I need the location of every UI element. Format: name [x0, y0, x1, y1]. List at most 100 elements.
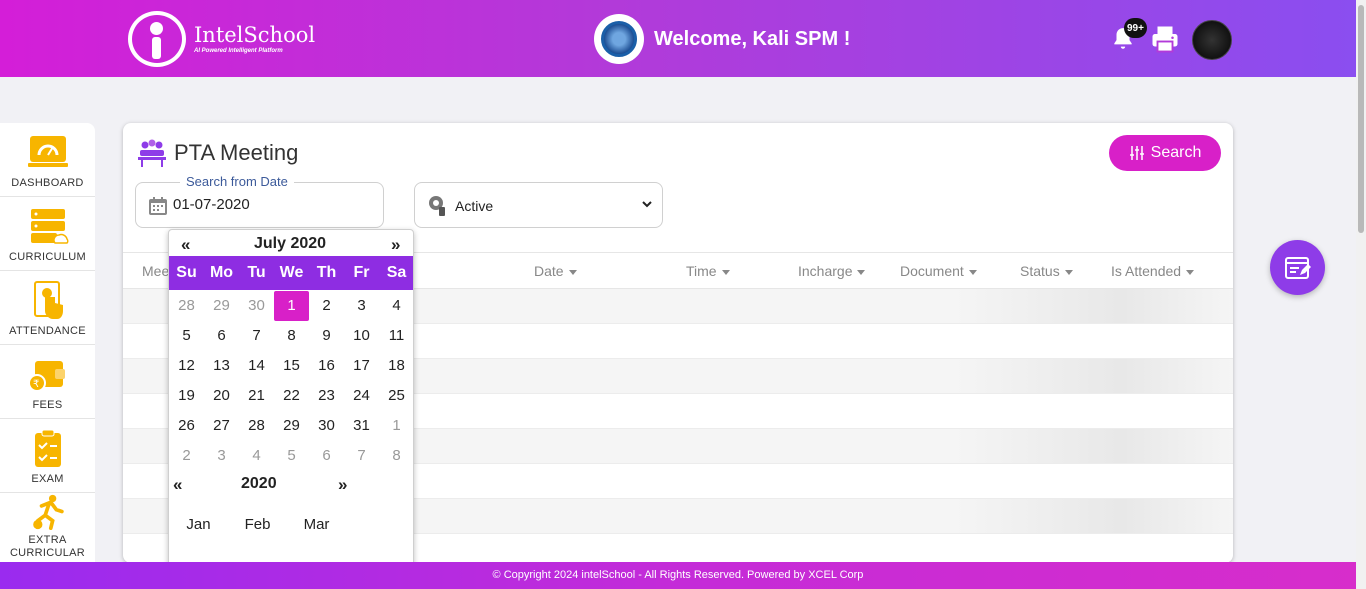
- running-icon: [32, 494, 64, 530]
- attendance-icon: [33, 281, 63, 319]
- sidebar-item-fees[interactable]: ₹ FEES: [0, 345, 95, 419]
- calendar-day[interactable]: 7: [344, 441, 379, 471]
- calendar-icon: [149, 197, 167, 215]
- brand-logo[interactable]: IntelSchool AI Powered Intelligent Platf…: [128, 11, 315, 67]
- date-field-label: Search from Date: [180, 174, 294, 189]
- calendar-day[interactable]: 14: [239, 351, 274, 381]
- filter-sliders-icon: [1129, 146, 1144, 160]
- calendar-day[interactable]: 4: [239, 441, 274, 471]
- sidebar-item-label: CURRICULUM: [9, 251, 86, 263]
- sidebar-item-dashboard[interactable]: DASHBOARD: [0, 123, 95, 197]
- calendar-day-selected[interactable]: 1: [274, 291, 309, 321]
- brand-logo-icon: [128, 11, 186, 67]
- calendar-day[interactable]: 5: [274, 441, 309, 471]
- calendar-day[interactable]: 3: [204, 441, 239, 471]
- calendar-day[interactable]: 18: [379, 351, 413, 381]
- calendar-day[interactable]: 8: [274, 321, 309, 351]
- clipboard-icon: [34, 429, 61, 467]
- footer: © Copyright 2024 intelSchool - All Right…: [0, 562, 1356, 589]
- weekday-label: Tu: [247, 264, 266, 281]
- printer-icon[interactable]: [1150, 24, 1180, 54]
- sidebar-item-curriculum[interactable]: CURRICULUM: [0, 197, 95, 271]
- wallet-icon: ₹: [27, 361, 65, 392]
- calendar-day[interactable]: 29: [274, 411, 309, 441]
- weekday-label: Sa: [386, 264, 407, 281]
- sidebar-item-attendance[interactable]: ATTENDANCE: [0, 271, 95, 345]
- calendar-day[interactable]: 28: [239, 411, 274, 441]
- calendar-day[interactable]: 15: [274, 351, 309, 381]
- status-select[interactable]: Active: [414, 182, 663, 228]
- calendar-day[interactable]: 1: [379, 411, 413, 441]
- year-navigator: « 2020 »: [169, 473, 413, 497]
- calendar-day[interactable]: 26: [169, 411, 204, 441]
- calendar-day[interactable]: 29: [204, 291, 239, 321]
- calendar-day[interactable]: 7: [239, 321, 274, 351]
- search-button[interactable]: Search: [1109, 135, 1221, 171]
- calendar-month-title[interactable]: July 2020: [254, 235, 326, 253]
- sidebar-item-exam[interactable]: EXAM: [0, 419, 95, 493]
- floating-edit-button[interactable]: [1270, 240, 1325, 295]
- sidebar-item-extra-curricular[interactable]: EXTRA CURRICULAR: [0, 493, 95, 563]
- page-title: PTA Meeting: [174, 140, 299, 165]
- calendar-day[interactable]: 28: [169, 291, 204, 321]
- calendar-day[interactable]: 6: [204, 321, 239, 351]
- column-header-date[interactable]: Date: [534, 263, 577, 279]
- calendar-day[interactable]: 5: [169, 321, 204, 351]
- column-header-document[interactable]: Document: [900, 263, 977, 279]
- top-header: IntelSchool AI Powered Intelligent Platf…: [0, 0, 1366, 77]
- calendar-day[interactable]: 3: [344, 291, 379, 321]
- user-avatar[interactable]: [1192, 20, 1232, 60]
- scrollbar-thumb[interactable]: [1358, 5, 1364, 233]
- calendar-day[interactable]: 13: [204, 351, 239, 381]
- calendar-day[interactable]: 16: [309, 351, 344, 381]
- dashboard-icon: [27, 136, 68, 167]
- calendar-day[interactable]: 19: [169, 381, 204, 411]
- month-option[interactable]: Jan: [169, 516, 228, 533]
- sidebar: DASHBOARD CURRICULUM ATTENDANCE ₹ FEES E…: [0, 123, 95, 563]
- column-header-status[interactable]: Status: [1020, 263, 1073, 279]
- calendar-day[interactable]: 24: [344, 381, 379, 411]
- calendar-day[interactable]: 30: [309, 411, 344, 441]
- calendar-day[interactable]: 30: [239, 291, 274, 321]
- calendar-day[interactable]: 22: [274, 381, 309, 411]
- weekday-label: Fr: [353, 264, 370, 281]
- calendar-day[interactable]: 27: [204, 411, 239, 441]
- search-button-label: Search: [1150, 144, 1202, 161]
- calendar-day[interactable]: 31: [344, 411, 379, 441]
- calendar-day[interactable]: 2: [169, 441, 204, 471]
- calendar-day[interactable]: 25: [379, 381, 413, 411]
- prev-year-button[interactable]: «: [173, 475, 182, 495]
- sidebar-item-label: EXTRA CURRICULAR: [9, 534, 86, 559]
- month-option[interactable]: Feb: [228, 516, 287, 533]
- calendar-day[interactable]: 2: [309, 291, 344, 321]
- calendar-days-grid: 28 29 30 1 2 3 4 5 6 7 8 9 10 11 12 13 1…: [169, 291, 413, 471]
- sidebar-item-label: FEES: [32, 399, 63, 411]
- column-header-meeting[interactable]: Mee: [142, 263, 169, 279]
- next-month-button[interactable]: »: [391, 235, 400, 255]
- status-select-value: Active: [455, 198, 494, 214]
- month-option[interactable]: Mar: [287, 516, 346, 533]
- search-from-date-field[interactable]: Search from Date 01-07-2020: [135, 174, 384, 228]
- prev-month-button[interactable]: «: [181, 235, 190, 255]
- calendar-day[interactable]: 20: [204, 381, 239, 411]
- calendar-day[interactable]: 6: [309, 441, 344, 471]
- calendar-day[interactable]: 17: [344, 351, 379, 381]
- calendar-day[interactable]: 23: [309, 381, 344, 411]
- sidebar-item-label: DASHBOARD: [11, 177, 84, 189]
- calendar-day[interactable]: 11: [379, 321, 413, 351]
- calendar-day[interactable]: 10: [344, 321, 379, 351]
- server-icon: [30, 209, 69, 244]
- calendar-day[interactable]: 8: [379, 441, 413, 471]
- calendar-day[interactable]: 4: [379, 291, 413, 321]
- welcome-text: Welcome, Kali SPM !: [654, 27, 851, 50]
- year-title[interactable]: 2020: [241, 475, 277, 493]
- date-input[interactable]: 01-07-2020: [173, 196, 250, 213]
- calendar-day[interactable]: 12: [169, 351, 204, 381]
- calendar-day[interactable]: 9: [309, 321, 344, 351]
- calendar-day[interactable]: 21: [239, 381, 274, 411]
- next-year-button[interactable]: »: [338, 475, 347, 495]
- column-header-incharge[interactable]: Incharge: [798, 263, 866, 279]
- column-header-is-attended[interactable]: Is Attended: [1111, 263, 1195, 279]
- column-header-time[interactable]: Time: [686, 263, 730, 279]
- month-picker: Jan Feb Mar: [169, 516, 413, 533]
